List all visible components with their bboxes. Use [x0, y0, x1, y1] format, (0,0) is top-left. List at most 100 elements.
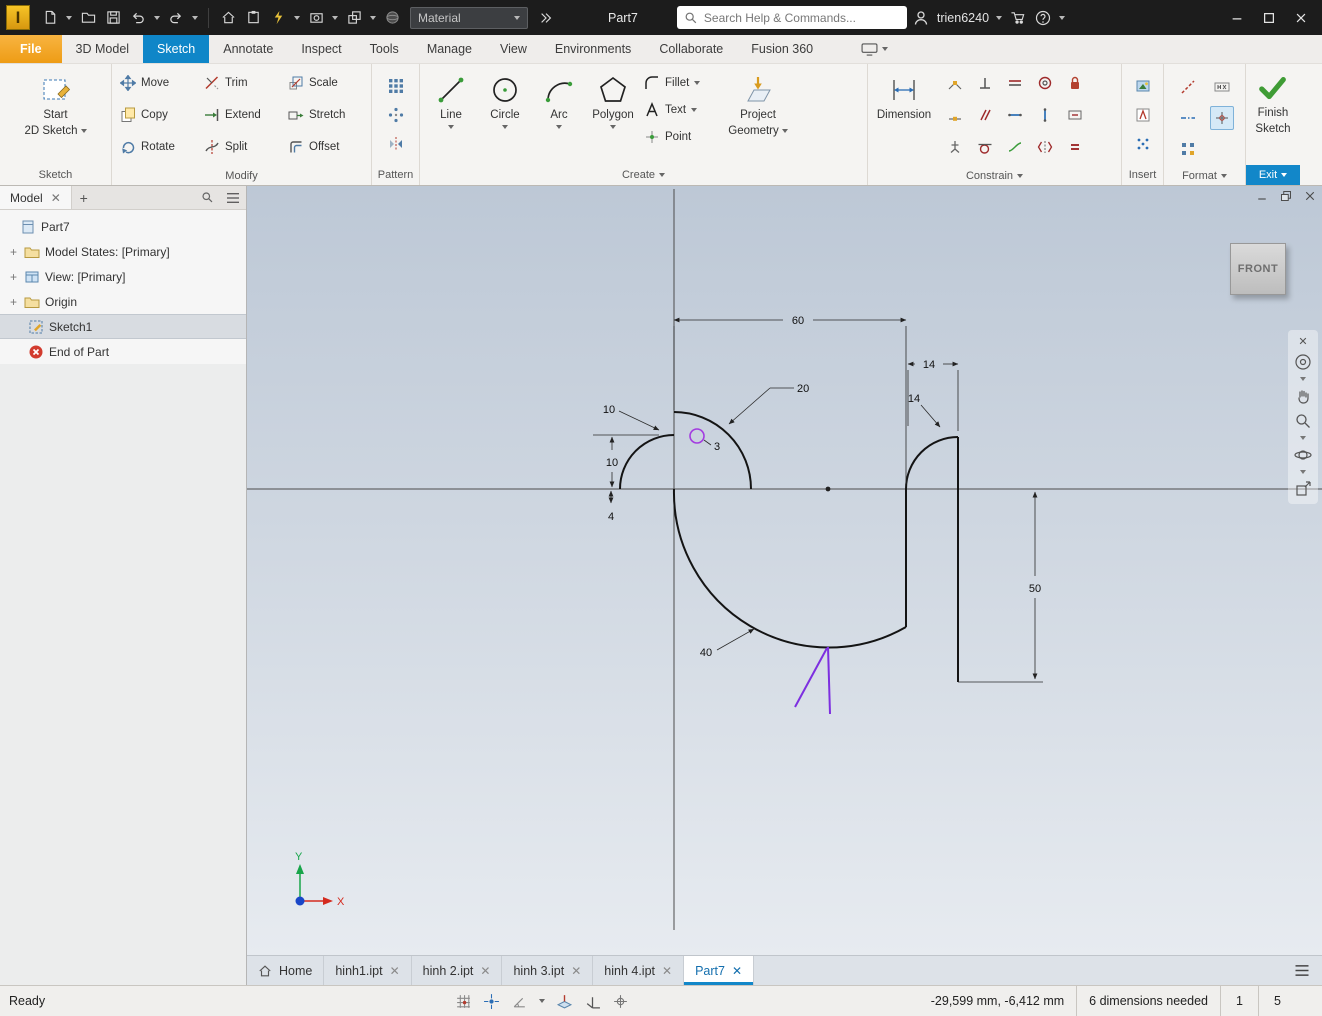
expand-plus-icon[interactable]: + — [8, 270, 19, 284]
new-file-caret-icon[interactable] — [66, 16, 72, 20]
selected-sketch-circle[interactable] — [690, 429, 704, 443]
sketch-arc-left-small[interactable] — [620, 435, 674, 489]
dimension-10-left[interactable]: 10 — [606, 457, 618, 469]
group-label-create[interactable]: Create — [420, 165, 867, 185]
expand-plus-icon[interactable]: + — [8, 295, 19, 309]
symmetric-constraint-button[interactable] — [1033, 135, 1057, 159]
collinear-constraint-button[interactable] — [1003, 71, 1027, 95]
rectangular-pattern-button[interactable] — [384, 74, 408, 98]
group-label-constrain[interactable]: Constrain — [868, 166, 1121, 185]
dimension-3[interactable]: 3 — [714, 441, 720, 453]
selected-sketch-line-2[interactable] — [795, 648, 827, 707]
text-button[interactable]: Text — [640, 100, 718, 120]
tab-close-icon[interactable]: ✕ — [480, 964, 490, 978]
group-label-format[interactable]: Format — [1164, 167, 1245, 185]
redo-button[interactable] — [165, 5, 187, 31]
circular-pattern-button[interactable] — [384, 103, 408, 127]
copy-button[interactable]: Copy — [116, 99, 200, 131]
tab-annotate[interactable]: Annotate — [209, 35, 287, 63]
navbar-caret-icon[interactable] — [1300, 377, 1306, 381]
dimension-60[interactable]: 60 — [792, 315, 804, 327]
expand-plus-icon[interactable]: + — [8, 245, 19, 259]
maximize-button[interactable] — [1258, 5, 1280, 31]
finish-sketch-button[interactable]: Finish Sketch — [1250, 67, 1296, 162]
dimension-20[interactable]: 20 — [797, 383, 809, 395]
navbar-caret-icon[interactable] — [1300, 436, 1306, 440]
polygon-caret-icon[interactable] — [610, 125, 616, 129]
inventor-logo-icon[interactable]: I — [6, 5, 30, 30]
tree-item-part7[interactable]: Part7 — [0, 214, 246, 239]
dimension-50[interactable]: 50 — [1029, 583, 1041, 595]
tab-collaborate[interactable]: Collaborate — [645, 35, 737, 63]
fillet-caret-icon[interactable] — [694, 81, 700, 85]
screenshot-caret-icon[interactable] — [332, 16, 338, 20]
tree-item-model-states[interactable]: + Model States: [Primary] — [0, 239, 246, 264]
arc-button[interactable]: Arc — [532, 67, 586, 162]
dimension-40[interactable]: 40 — [700, 647, 712, 659]
component-button[interactable] — [343, 5, 365, 31]
arc-caret-icon[interactable] — [556, 125, 562, 129]
browser-menu-icon[interactable] — [220, 192, 246, 204]
undo-button[interactable] — [127, 5, 149, 31]
undo-caret-icon[interactable] — [154, 16, 160, 20]
material-dropdown[interactable]: Material — [410, 7, 528, 29]
mirror-button[interactable] — [384, 132, 408, 156]
insert-acad-button[interactable] — [1131, 103, 1155, 127]
concentric-constraint-button[interactable] — [1033, 71, 1057, 95]
dimension-button[interactable]: Dimension — [872, 67, 936, 163]
import-points-button[interactable] — [1131, 132, 1155, 156]
search-input[interactable] — [704, 11, 900, 25]
save-button[interactable] — [102, 5, 124, 31]
circle-button[interactable]: Circle — [478, 67, 532, 162]
close-button[interactable] — [1290, 5, 1312, 31]
start-2d-sketch-caret-icon[interactable] — [81, 129, 87, 133]
browser-search-icon[interactable] — [195, 191, 220, 204]
viewcube-front-face[interactable]: FRONT — [1238, 263, 1278, 275]
new-file-button[interactable] — [39, 5, 61, 31]
cart-button[interactable] — [1007, 5, 1029, 31]
project-geometry-button[interactable]: Project Geometry — [718, 67, 798, 162]
doc-tab-hinh3[interactable]: hinh 3.ipt✕ — [502, 956, 593, 985]
tab-view[interactable]: View — [486, 35, 541, 63]
doc-tab-hinh1[interactable]: hinh1.ipt✕ — [324, 956, 411, 985]
minimize-button[interactable] — [1226, 5, 1248, 31]
dimension-4[interactable]: 4 — [608, 511, 614, 523]
navbar-close-icon[interactable]: ✕ — [1291, 334, 1315, 348]
lock-constraint-button[interactable] — [1063, 71, 1087, 95]
doc-tab-hinh2[interactable]: hinh 2.ipt✕ — [412, 956, 503, 985]
doc-tab-home[interactable]: Home — [247, 956, 324, 985]
doc-tab-hinh4[interactable]: hinh 4.ipt✕ — [593, 956, 684, 985]
help-search-box[interactable] — [677, 6, 907, 29]
tab-fusion-360[interactable]: Fusion 360 — [737, 35, 827, 63]
tree-item-sketch1[interactable]: Sketch1 — [0, 314, 246, 339]
start-2d-sketch-button[interactable]: Start 2D Sketch — [11, 67, 101, 162]
viewcube[interactable]: FRONT — [1230, 243, 1286, 295]
tab-close-icon[interactable]: ✕ — [732, 964, 742, 978]
account-caret-icon[interactable] — [996, 16, 1002, 20]
stretch-button[interactable]: Stretch — [284, 99, 368, 131]
split-button[interactable]: Split — [200, 131, 284, 163]
orbit-icon[interactable] — [1291, 444, 1315, 466]
selected-sketch-line-1[interactable] — [828, 647, 830, 714]
dimension-14-leader[interactable]: 14 — [908, 393, 920, 405]
project-geometry-caret-icon[interactable] — [782, 129, 788, 133]
horizontal-constraint-button[interactable] — [1003, 103, 1027, 127]
user-avatar-icon[interactable] — [910, 5, 932, 31]
angle-snap-icon[interactable] — [511, 993, 528, 1010]
offset-button[interactable]: Offset — [284, 131, 368, 163]
sketch-format-button[interactable] — [1176, 137, 1200, 161]
doc-minimize-icon[interactable] — [1256, 190, 1268, 202]
pan-icon[interactable] — [1291, 385, 1315, 407]
account-menu[interactable]: trien6240 — [937, 11, 989, 25]
text-caret-icon[interactable] — [691, 108, 697, 112]
equal-constraint-button[interactable] — [1063, 135, 1087, 159]
graphics-window[interactable]: 60 20 10 10 4 3 14 14 50 40 — [247, 186, 1322, 955]
tree-item-end-of-part[interactable]: End of Part — [0, 339, 246, 364]
rotate-button[interactable]: Rotate — [116, 131, 200, 163]
trim-button[interactable]: Trim — [200, 67, 284, 99]
line-caret-icon[interactable] — [448, 125, 454, 129]
fillet-button[interactable]: Fillet — [640, 73, 718, 93]
doc-restore-icon[interactable] — [1280, 190, 1292, 202]
tab-close-icon[interactable]: ✕ — [662, 964, 672, 978]
vertical-constraint-button[interactable] — [1033, 103, 1057, 127]
